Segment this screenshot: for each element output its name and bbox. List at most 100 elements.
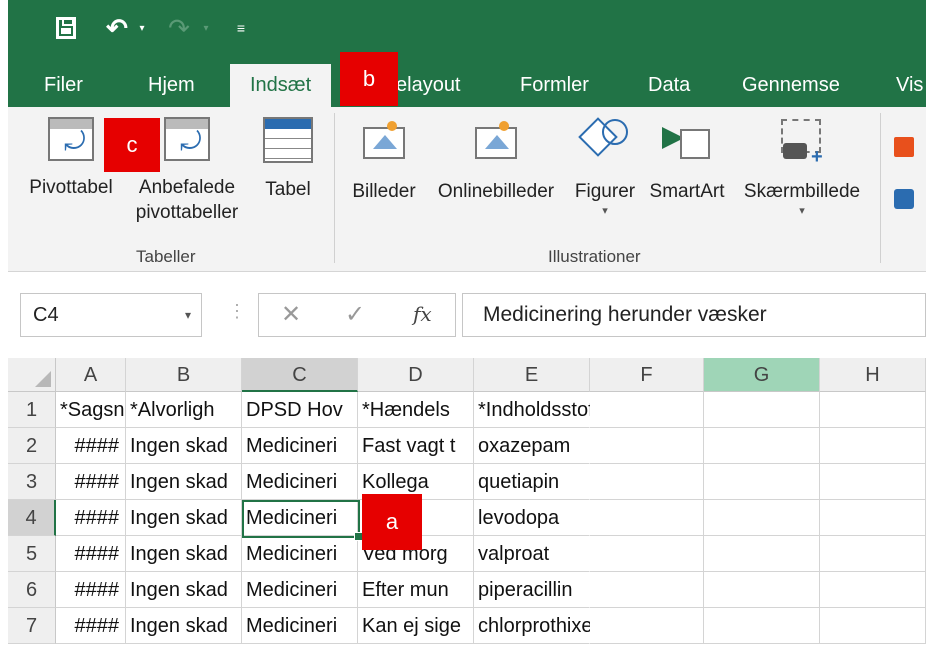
table-cell[interactable]: Medicineri [242,500,358,536]
column-header[interactable]: D [358,358,474,392]
table-cell[interactable]: *Sagsn [56,392,126,428]
column-header[interactable]: H [820,358,926,392]
table-cell[interactable]: DPSD Hov [242,392,358,428]
tab-gennemse[interactable]: Gennemse [742,70,840,107]
table-cell[interactable]: chlorprothixen [474,608,604,644]
tab-sidelayout[interactable]: elayout [396,70,461,107]
table-cell[interactable]: valproat [474,536,590,572]
chevron-down-icon[interactable]: ▾ [185,294,191,336]
table-cell[interactable]: Kan ej sige [358,608,474,644]
tab-data[interactable]: Data [648,70,690,107]
column-header[interactable]: C [242,358,358,392]
undo-dropdown-icon[interactable]: ▾ [136,10,148,46]
table-cell[interactable] [704,392,820,428]
table-cell[interactable]: Ingen skad [126,428,242,464]
column-header[interactable]: E [474,358,590,392]
insert-function-icon[interactable]: fx [413,302,432,326]
row-header[interactable]: 6 [8,572,56,608]
table-cell[interactable]: #### [56,428,126,464]
formula-input[interactable]: Medicinering herunder væsker [462,293,926,337]
table-cell[interactable] [590,536,704,572]
tab-hjem[interactable]: Hjem [148,70,195,107]
select-all-button[interactable] [8,358,56,392]
row-header[interactable]: 2 [8,428,56,464]
table-cell[interactable]: #### [56,572,126,608]
cancel-icon[interactable]: ✕ [281,300,301,329]
column-header[interactable]: A [56,358,126,392]
tab-filer[interactable]: Filer [44,70,83,107]
table-cell[interactable] [704,428,820,464]
row-header[interactable]: 1 [8,392,56,428]
shapes-button[interactable]: Figurer ▾ [568,117,642,218]
table-cell[interactable]: #### [56,464,126,500]
table-cell[interactable] [704,500,820,536]
table-cell[interactable]: Medicineri [242,464,358,500]
table-cell[interactable]: Medicineri [242,608,358,644]
table-cell[interactable]: #### [56,500,126,536]
table-cell[interactable] [704,572,820,608]
table-cell[interactable]: Efter mun [358,572,474,608]
table-cell[interactable]: Ingen skad [126,572,242,608]
table-cell[interactable] [590,392,704,428]
table-cell[interactable] [590,464,704,500]
table-cell[interactable] [820,572,926,608]
table-cell[interactable] [590,572,704,608]
enter-icon[interactable]: ✓ [345,300,365,329]
table-cell[interactable]: Fast vagt t [358,428,474,464]
table-cell[interactable] [820,608,926,644]
tab-formler[interactable]: Formler [520,70,589,107]
table-cell[interactable]: *Alvorligh [126,392,242,428]
table-button[interactable]: Tabel [258,117,318,202]
table-cell[interactable]: *Hændels [358,392,474,428]
table-cell[interactable] [590,608,704,644]
row-header[interactable]: 3 [8,464,56,500]
table-cell[interactable] [590,428,704,464]
table-cell[interactable]: Ingen skad [126,500,242,536]
name-box[interactable]: C4 ▾ [20,293,202,337]
online-pictures-button[interactable]: Onlinebilleder [426,117,566,204]
save-icon[interactable] [52,10,80,46]
table-cell[interactable]: quetiapin [474,464,590,500]
pictures-button[interactable]: Billeder [344,117,424,204]
table-cell[interactable]: #### [56,608,126,644]
table-cell[interactable] [820,392,926,428]
redo-icon[interactable]: ↷ [166,10,192,46]
table-cell[interactable]: Medicineri [242,536,358,572]
annotation-badge: b [340,52,398,106]
tab-indsaet[interactable]: Indsæt [230,64,332,107]
table-cell[interactable]: Ingen skad [126,608,242,644]
screenshot-button[interactable]: + Skærmbillede ▾ [734,117,870,218]
table-cell[interactable] [820,464,926,500]
tab-vis[interactable]: Vis [896,70,923,107]
table-cell[interactable]: Ingen skad [126,536,242,572]
row-header[interactable]: 4 [8,500,56,536]
table-cell[interactable] [820,500,926,536]
store-icon[interactable] [894,137,914,157]
online-pictures-label: Onlinebilleder [437,181,555,202]
table-cell[interactable] [820,428,926,464]
row-header[interactable]: 7 [8,608,56,644]
table-cell[interactable] [704,608,820,644]
table-cell[interactable] [704,464,820,500]
table-cell[interactable]: Ingen skad [126,464,242,500]
smartart-button[interactable]: SmartArt [644,117,730,204]
row-header[interactable]: 5 [8,536,56,572]
my-addins-icon[interactable] [894,189,914,209]
table-cell[interactable]: Medicineri [242,572,358,608]
table-cell[interactable] [704,536,820,572]
table-cell[interactable]: Medicineri [242,428,358,464]
column-header[interactable]: B [126,358,242,392]
undo-icon[interactable]: ↶ [104,10,130,46]
table-cell[interactable] [590,500,704,536]
column-header[interactable]: F [590,358,704,392]
table-cell[interactable]: oxazepam [474,428,590,464]
customize-toolbar-icon[interactable]: ≡ [234,10,248,46]
drag-handle-icon[interactable]: ⋮ [228,301,246,322]
table-cell[interactable]: levodopa [474,500,590,536]
table-cell[interactable]: *Indholdsstof [474,392,594,428]
table-cell[interactable] [820,536,926,572]
table-cell[interactable]: piperacillin [474,572,590,608]
redo-dropdown-icon[interactable]: ▾ [200,10,212,46]
column-header[interactable]: G [704,358,820,392]
table-cell[interactable]: #### [56,536,126,572]
